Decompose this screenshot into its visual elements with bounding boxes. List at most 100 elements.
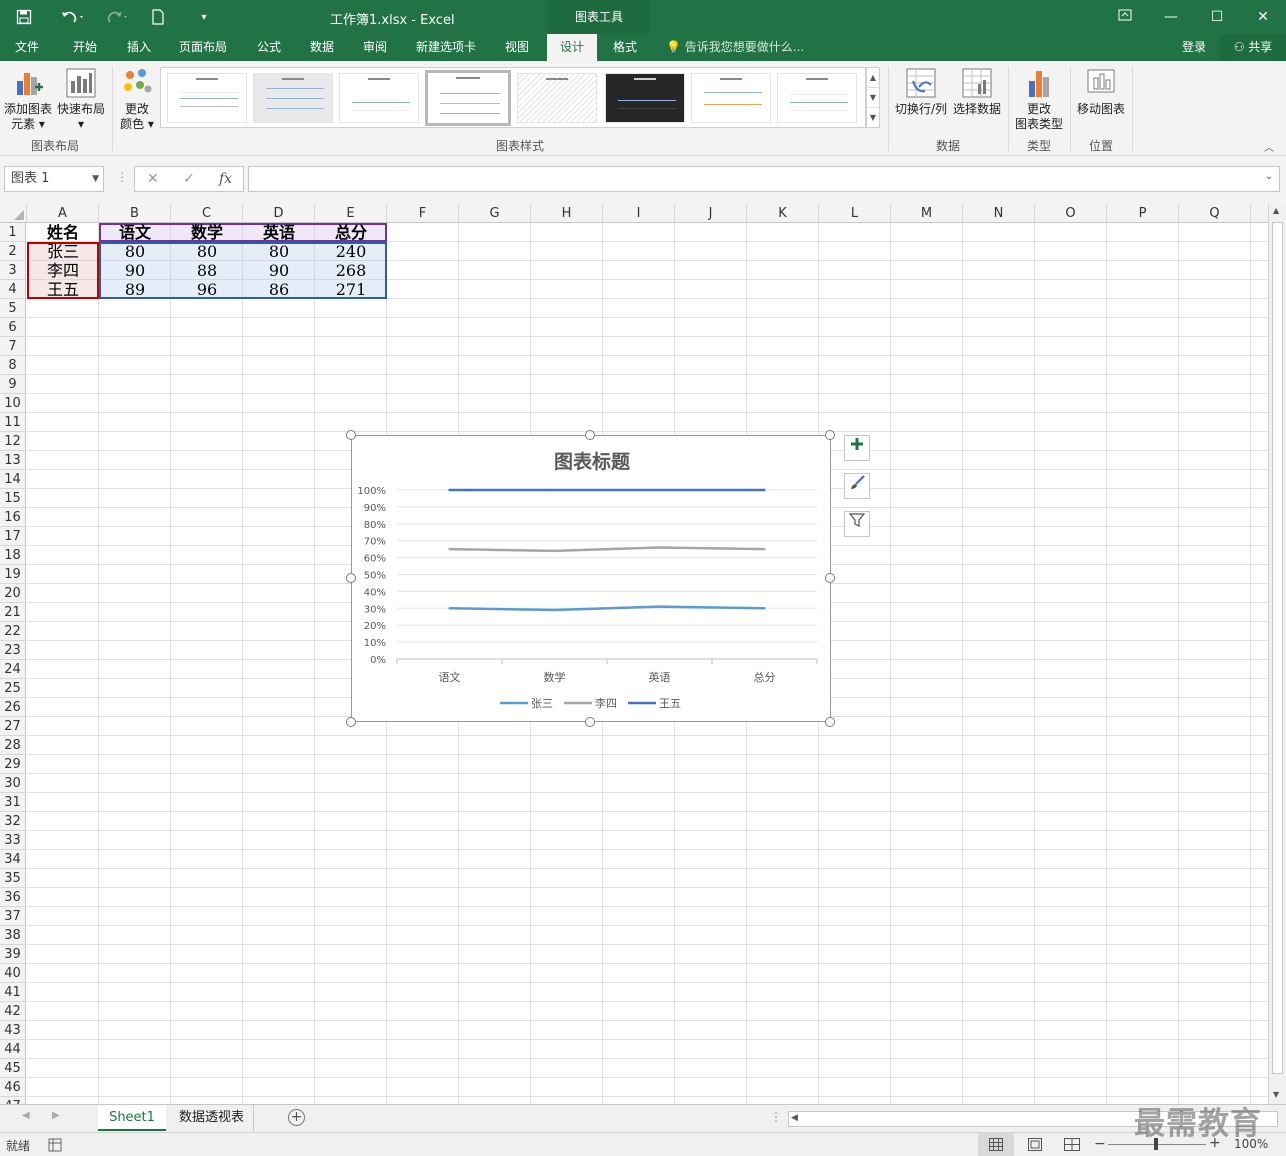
sheet-tab-pivot[interactable]: 数据透视表 [170, 1105, 254, 1131]
row-header-12[interactable]: 12 [0, 432, 26, 451]
column-header-h[interactable]: H [531, 204, 603, 223]
chart-style-1[interactable] [167, 73, 247, 123]
select-all-corner[interactable] [0, 204, 27, 223]
row-header-27[interactable]: 27 [0, 717, 26, 736]
column-header-j[interactable]: J [675, 204, 747, 223]
column-header-a[interactable]: A [27, 204, 99, 223]
name-box-dropdown-icon[interactable]: ▼ [92, 167, 99, 191]
row-header-36[interactable]: 36 [0, 888, 26, 907]
cell-header-a1[interactable]: 姓名 [27, 223, 99, 242]
cell-e3[interactable]: 268 [315, 261, 387, 280]
column-header-n[interactable]: N [963, 204, 1035, 223]
series-point-2-0[interactable] [448, 488, 451, 492]
row-header-31[interactable]: 31 [0, 793, 26, 812]
row-header-9[interactable]: 9 [0, 375, 26, 394]
row-header-40[interactable]: 40 [0, 964, 26, 983]
row-header-29[interactable]: 29 [0, 755, 26, 774]
chart-style-2[interactable] [253, 73, 333, 123]
save-icon[interactable] [12, 6, 36, 28]
row-header-5[interactable]: 5 [0, 299, 26, 318]
cell-b2[interactable]: 80 [99, 242, 171, 261]
expand-formula-icon[interactable]: ⌄ [1265, 171, 1273, 182]
chart-resize-handle-bottom-left[interactable] [346, 717, 356, 727]
tab-data[interactable]: 数据 [299, 34, 345, 61]
series-point-0-2[interactable] [658, 605, 661, 608]
row-header-28[interactable]: 28 [0, 736, 26, 755]
normal-view-button[interactable] [978, 1133, 1014, 1156]
gallery-down-icon[interactable]: ▼ [867, 88, 879, 108]
series-point-1-1[interactable] [553, 549, 556, 553]
row-header-43[interactable]: 43 [0, 1021, 26, 1040]
row-header-25[interactable]: 25 [0, 679, 26, 698]
row-header-33[interactable]: 33 [0, 831, 26, 850]
row-header-34[interactable]: 34 [0, 850, 26, 869]
change-chart-type-button[interactable]: 更改 图表类型 [1010, 67, 1068, 132]
add-sheet-icon[interactable]: + [288, 1109, 305, 1126]
quick-layout-button[interactable]: 快速布局 ▾ [56, 67, 106, 132]
ribbon-display-options-icon[interactable] [1102, 0, 1148, 34]
add-chart-element-button[interactable]: 添加图表 元素 ▾ [2, 67, 54, 132]
column-header-c[interactable]: C [171, 204, 243, 223]
cell-e4[interactable]: 271 [315, 280, 387, 299]
tab-file[interactable]: 文件 [4, 34, 50, 61]
row-header-41[interactable]: 41 [0, 983, 26, 1002]
cell-d3[interactable]: 90 [243, 261, 315, 280]
row-header-44[interactable]: 44 [0, 1040, 26, 1059]
row-header-7[interactable]: 7 [0, 337, 26, 356]
series-point-0-3[interactable] [763, 607, 766, 610]
chart-styles-button[interactable] [844, 473, 870, 499]
scroll-sheets-right-icon[interactable]: ▶ [52, 1110, 60, 1121]
series-point-1-0[interactable] [448, 547, 451, 551]
row-header-1[interactable]: 1 [0, 223, 26, 242]
chart-styles-scroll[interactable]: ▲ ▼ ▼ [866, 67, 880, 128]
series-line-0[interactable] [449, 605, 765, 612]
gallery-up-icon[interactable]: ▲ [867, 68, 879, 88]
cell-d4[interactable]: 86 [243, 280, 315, 299]
tell-me-search[interactable]: 💡 告诉我您想要做什么... [666, 34, 804, 61]
chart-style-4-selected[interactable] [425, 70, 511, 126]
cell-header-b1[interactable]: 语文 [99, 223, 171, 242]
row-header-19[interactable]: 19 [0, 565, 26, 584]
row-header-6[interactable]: 6 [0, 318, 26, 337]
row-header-38[interactable]: 38 [0, 926, 26, 945]
row-header-10[interactable]: 10 [0, 394, 26, 413]
cell-a2[interactable]: 张三 [27, 242, 99, 261]
cell-c3[interactable]: 88 [171, 261, 243, 280]
zoom-out-icon[interactable]: − [1094, 1136, 1106, 1152]
row-header-24[interactable]: 24 [0, 660, 26, 679]
series-point-2-1[interactable] [553, 488, 556, 492]
chart-elements-button[interactable] [844, 435, 870, 461]
page-break-preview-icon[interactable] [1064, 1138, 1080, 1151]
row-header-14[interactable]: 14 [0, 470, 26, 489]
cell-b3[interactable]: 90 [99, 261, 171, 280]
row-header-8[interactable]: 8 [0, 356, 26, 375]
cell-header-d1[interactable]: 英语 [243, 223, 315, 242]
login-link[interactable]: 登录 [1182, 34, 1206, 60]
row-header-35[interactable]: 35 [0, 869, 26, 888]
scroll-up-icon[interactable]: ▲ [1273, 206, 1279, 215]
series-point-2-3[interactable] [763, 488, 766, 492]
series-point-1-2[interactable] [658, 546, 661, 549]
chart-style-8[interactable] [777, 73, 857, 123]
tab-page-layout[interactable]: 页面布局 [170, 34, 236, 61]
undo-icon[interactable] [56, 6, 90, 28]
row-header-20[interactable]: 20 [0, 584, 26, 603]
chart-style-6[interactable] [605, 73, 685, 123]
tab-insert[interactable]: 插入 [116, 34, 162, 61]
cell-c2[interactable]: 80 [171, 242, 243, 261]
cell-b4[interactable]: 89 [99, 280, 171, 299]
row-header-37[interactable]: 37 [0, 907, 26, 926]
series-point-0-1[interactable] [553, 608, 556, 612]
series-point-1-3[interactable] [763, 547, 766, 551]
row-header-47[interactable]: 47 [0, 1097, 26, 1104]
row-header-26[interactable]: 26 [0, 698, 26, 717]
gallery-more-icon[interactable]: ▼ [867, 108, 879, 128]
column-header-l[interactable]: L [819, 204, 891, 223]
row-header-15[interactable]: 15 [0, 489, 26, 508]
enter-icon[interactable]: ✓ [183, 171, 195, 187]
tab-format[interactable]: 格式 [602, 34, 648, 61]
row-header-16[interactable]: 16 [0, 508, 26, 527]
row-header-4[interactable]: 4 [0, 280, 26, 299]
tab-review[interactable]: 审阅 [352, 34, 398, 61]
chart-resize-handle-right[interactable] [825, 573, 835, 583]
